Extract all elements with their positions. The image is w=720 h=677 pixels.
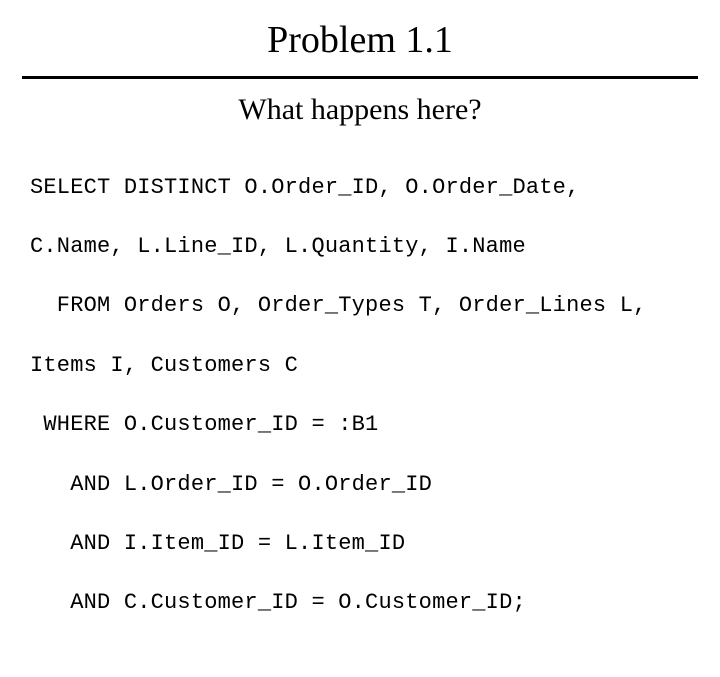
code-line: FROM Orders O, Order_Types T, Order_Line… [30, 291, 690, 321]
code-line: WHERE O.Customer_ID = :B1 [30, 410, 690, 440]
code-line: AND L.Order_ID = O.Order_ID [30, 470, 690, 500]
slide: Problem 1.1 What happens here? SELECT DI… [0, 0, 720, 540]
code-line: C.Name, L.Line_ID, L.Quantity, I.Name [30, 232, 690, 262]
code-line: Items I, Customers C [30, 351, 690, 381]
sql-code-block: SELECT DISTINCT O.Order_ID, O.Order_Date… [0, 143, 720, 677]
code-line: AND C.Customer_ID = O.Customer_ID; [30, 588, 690, 618]
slide-subtitle: What happens here? [0, 79, 720, 143]
code-line: AND I.Item_ID = L.Item_ID [30, 529, 690, 559]
slide-title: Problem 1.1 [0, 0, 720, 76]
code-line: SELECT DISTINCT O.Order_ID, O.Order_Date… [30, 173, 690, 203]
